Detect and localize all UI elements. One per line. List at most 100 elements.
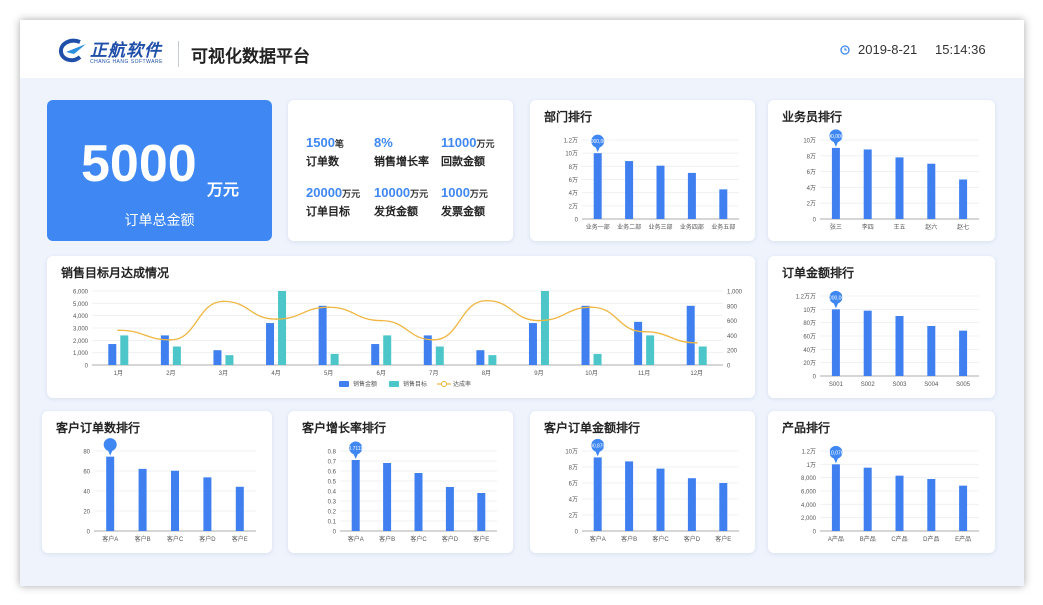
x-tick-label: 王五 [893, 224, 905, 231]
order-total-card[interactable]: 5000 万元 订单总金额 [47, 100, 272, 241]
legend-swatch-dot [441, 381, 447, 387]
y-tick-label: 20万 [803, 360, 816, 367]
x-tick-label: 客户B [379, 535, 395, 543]
y-tick-label: 1万 [807, 462, 816, 469]
chart-bar [895, 157, 904, 219]
stat-unit: 万元 [476, 139, 495, 149]
y-tick-label: 8万 [807, 153, 816, 160]
x-tick-label: 客户E [715, 535, 731, 543]
order-total-value: 5000 [81, 135, 197, 193]
chart-bar [203, 477, 212, 531]
x-tick-label: S001 [829, 382, 844, 388]
y-left-tick-label: 6,000 [73, 290, 89, 296]
achievement-rate-point [695, 341, 698, 344]
dept-ranking-card: 部门排行 0 2万 4万 6万 8万 10万 1.2万 业务一部 业务二部 业务三部 业务四部 业务五… [530, 100, 755, 241]
order-amount-ranking-card: 订单金额排行 0 20万 40万 60万 80万 10万 1.2万万 S001 S002 S003… [768, 256, 995, 398]
marker-label: 0.7111 [348, 446, 363, 452]
stat-label: 销售增长率 [374, 156, 429, 168]
brand-name: 正航软件 [90, 41, 162, 60]
y-tick-label: 40 [83, 490, 90, 496]
achievement-rate-point [380, 319, 383, 322]
achievement-rate-point [327, 306, 330, 309]
chart-bar [863, 310, 872, 376]
y-left-tick-label: 1,000 [73, 351, 89, 357]
stat-value: 20000 [306, 185, 343, 200]
stat-value: 11000 [441, 135, 477, 150]
stat-order-target: 20000万元 订单目标 [306, 184, 360, 219]
y-tick-label: 4,000 [801, 503, 817, 509]
chart-bar [687, 478, 696, 531]
stat-label: 发货金额 [374, 206, 418, 218]
chart-bar [927, 326, 936, 376]
clock-icon [840, 45, 850, 55]
sales-amount-bar [476, 350, 485, 365]
marker-label: 90,876 [590, 443, 606, 449]
x-tick-label: S002 [861, 382, 876, 388]
stat-shipment: 10000万元 发货金额 [374, 184, 428, 219]
y-left-tick-label: 5,000 [73, 302, 89, 308]
x-tick-label: 李四 [862, 223, 874, 231]
y-tick-label: 0 [813, 530, 817, 536]
chart-bar [959, 330, 968, 376]
stat-unit: 万元 [410, 189, 429, 199]
sales-target-bar [540, 291, 549, 365]
sales-target-bar [435, 346, 444, 365]
x-tick-label: 5月 [324, 370, 333, 377]
monthly-target-card: 销售目标月达成情况 0 1,000 2,000 3,000 4,000 5,000 6,00… [47, 256, 755, 398]
y-tick-label: 4万 [569, 497, 578, 504]
stat-growth-rate: 8% 销售增长率 [374, 134, 429, 169]
stat-value: 8% [374, 135, 393, 150]
y-tick-label: 0.8 [328, 450, 337, 456]
chart-bar [625, 161, 634, 219]
customer-order-amount-card: 客户订单金额排行 0 2万 4万 6万 8万 10万 客户A 客户B 客户C 客户D 客户E 90,8… [530, 411, 755, 553]
y-left-tick-label: 0 [85, 364, 89, 370]
y-tick-label: 80 [83, 450, 90, 456]
order-total-label: 订单总金额 [124, 212, 195, 228]
x-tick-label: 赵六 [925, 223, 937, 231]
y-tick-label: 6,000 [801, 490, 817, 496]
x-tick-label: 业务三部 [648, 223, 672, 231]
sales-target-bar [383, 335, 392, 365]
x-tick-label: 张三 [830, 223, 842, 231]
sales-amount-bar [371, 344, 380, 365]
sales-target-bar [488, 355, 497, 365]
chart-bar [895, 475, 904, 531]
achievement-rate-point [485, 299, 488, 302]
chart-bar [171, 470, 179, 531]
chart-bar [593, 153, 602, 219]
chart-bar [414, 473, 423, 531]
chart-bar [719, 483, 728, 531]
achievement-rate-point [169, 338, 172, 341]
x-tick-label: 客户C [652, 535, 669, 543]
y-right-tick-label: 0 [727, 364, 731, 370]
achievement-rate-point [538, 319, 540, 322]
sales-target-bar [593, 353, 602, 365]
product-ranking-chart: 0 2,000 4,000 6,000 8,000 1万 1.2万 A产品 B产品 C产品 D产品 E… [801, 445, 979, 543]
chart-bar [445, 487, 454, 531]
stat-value: 10000 [374, 185, 411, 200]
chart-bar [831, 309, 840, 376]
customer-growth-chart: 0 0.1 0.2 0.3 0.4 0.5 0.6 0.7 0.8 客户A 客户B 客户C 客户D 客户E… [328, 441, 497, 543]
sales-amount-bar [581, 305, 590, 365]
marker-label: 90,000 [828, 134, 844, 140]
y-tick-label: 1.2万 [802, 449, 816, 456]
marker-label: 1,000,000 [587, 139, 609, 145]
sales-target-bar [225, 355, 234, 365]
y-tick-label: 1.2万万 [796, 294, 816, 301]
stat-unit: 万元 [342, 189, 361, 199]
marker-label: 10,076 [828, 450, 844, 456]
chart-bar [477, 493, 486, 531]
product-ranking-card: 产品排行 0 2,000 4,000 6,000 8,000 1万 1.2万 A产品 B产品 C产… [768, 411, 995, 553]
sales-amount-bar [528, 323, 537, 365]
y-tick-label: 2,000 [801, 516, 817, 522]
y-tick-label: 8万 [569, 164, 578, 171]
y-tick-label: 4万 [807, 185, 816, 192]
chart-bar [687, 172, 696, 219]
x-tick-label: 客户D [684, 535, 701, 543]
legend-label: 销售金额 [353, 380, 377, 388]
chart-bar [235, 486, 244, 531]
x-tick-label: B产品 [860, 535, 876, 543]
y-tick-label: 40万 [803, 347, 816, 354]
chart-bar [351, 460, 360, 531]
x-tick-label: 客户A [102, 535, 118, 543]
